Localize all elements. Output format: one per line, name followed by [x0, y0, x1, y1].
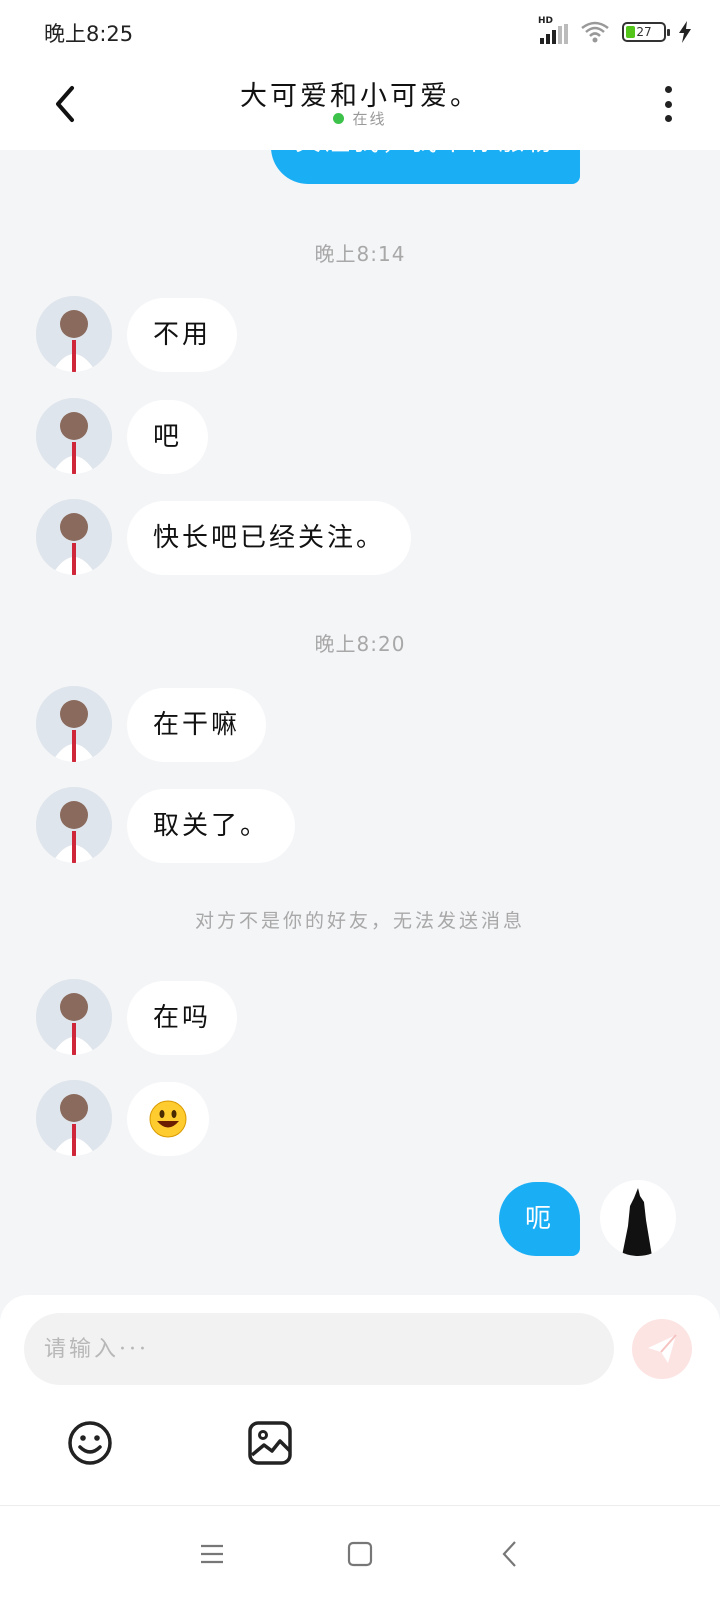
message-row-incoming: 取关了。 [0, 787, 720, 867]
more-options-button[interactable] [656, 82, 680, 126]
message-bubble-incoming[interactable] [127, 1082, 209, 1156]
emoji-button[interactable] [66, 1419, 114, 1467]
message-bubble-incoming[interactable]: 在吗 [127, 981, 238, 1055]
recent-apps-button[interactable] [192, 1534, 232, 1574]
menu-icon [201, 1544, 223, 1564]
chat-header: 大可爱和小可爱。 在线 [0, 62, 720, 150]
message-bubble-incoming[interactable]: 在干嘛 [127, 688, 267, 762]
message-list[interactable]: 关注我，我带你涨粉 晚上8:14 不用 吧 快长吧已经关注。 晚上8:20 在干… [0, 150, 720, 1295]
online-dot [333, 113, 345, 124]
square-icon [347, 1541, 373, 1567]
home-button[interactable] [340, 1534, 380, 1574]
friend-avatar[interactable] [36, 979, 112, 1055]
message-bubble-incoming[interactable]: 吧 [127, 400, 209, 474]
message-row-incoming: 在吗 [0, 979, 720, 1059]
message-bubble-outgoing[interactable]: 呃 [498, 1182, 580, 1256]
smiley-icon [68, 1421, 112, 1465]
message-row-outgoing: 关注我，我带你涨粉 [0, 150, 720, 184]
composer-panel [0, 1295, 720, 1505]
message-input[interactable] [24, 1313, 614, 1385]
timestamp: 晚上8:14 [314, 242, 406, 266]
message-bubble-incoming[interactable]: 取关了。 [127, 789, 296, 863]
message-row-incoming: 吧 [0, 398, 720, 478]
online-status: 在线 [0, 108, 720, 129]
send-button[interactable] [632, 1319, 692, 1379]
battery-level: 27 [636, 25, 652, 39]
message-bubble-outgoing[interactable]: 关注我，我带你涨粉 [270, 150, 580, 184]
friend-avatar[interactable] [36, 1080, 112, 1156]
status-icons: HD 27 [538, 16, 692, 44]
message-row-incoming: 不用 [0, 296, 720, 376]
charging-icon [679, 21, 691, 43]
wifi-icon [581, 21, 609, 43]
message-row-incoming [0, 1080, 720, 1160]
send-icon [648, 1334, 677, 1363]
chevron-left-icon [502, 1541, 516, 1567]
message-row-incoming: 快长吧已经关注。 [0, 499, 720, 579]
status-bar: 晚上8:25 HD 27 [0, 0, 720, 62]
message-row-outgoing: 呃 [0, 1180, 720, 1260]
image-icon [248, 1421, 292, 1465]
nav-back-button[interactable] [490, 1534, 530, 1574]
smiley-emoji-icon [149, 1100, 187, 1138]
friend-avatar[interactable] [36, 296, 112, 372]
message-row-incoming: 在干嘛 [0, 686, 720, 766]
system-nav-bar [0, 1505, 720, 1600]
message-bubble-incoming[interactable]: 快长吧已经关注。 [127, 501, 412, 575]
message-bubble-incoming[interactable]: 不用 [127, 298, 238, 372]
signal-icon: HD [538, 16, 568, 44]
my-avatar[interactable] [600, 1180, 676, 1256]
battery-icon: 27 [622, 22, 670, 42]
friend-avatar[interactable] [36, 787, 112, 863]
status-time: 晚上8:25 [44, 22, 134, 46]
online-status-label: 在线 [352, 110, 387, 128]
image-button[interactable] [246, 1419, 294, 1467]
friend-avatar[interactable] [36, 686, 112, 762]
friend-avatar[interactable] [36, 499, 112, 575]
friend-avatar[interactable] [36, 398, 112, 474]
system-notice: 对方不是你的好友，无法发送消息 [194, 910, 525, 932]
timestamp: 晚上8:20 [314, 632, 406, 656]
